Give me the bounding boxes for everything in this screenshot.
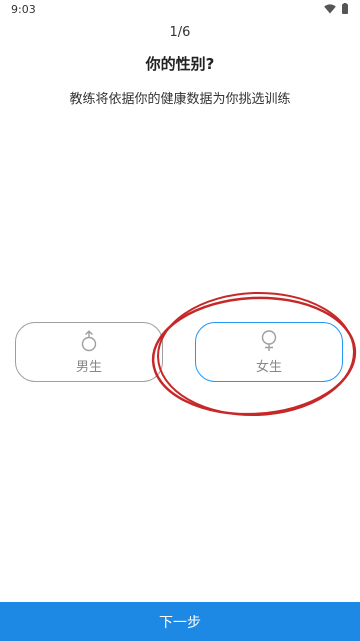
- status-time: 9:03: [11, 3, 36, 16]
- wifi-icon: [324, 3, 336, 13]
- gender-label-male: 男生: [75, 359, 102, 375]
- male-icon: [81, 329, 97, 351]
- gender-option-female[interactable]: 女生: [195, 322, 343, 382]
- next-button[interactable]: 下一步: [0, 602, 360, 641]
- gender-option-male[interactable]: 男生: [15, 322, 163, 382]
- step-counter: 1/6: [169, 25, 191, 40]
- gender-label-female: 女生: [255, 359, 282, 375]
- battery-icon: [342, 3, 348, 14]
- page-title: 你的性别?: [145, 55, 215, 73]
- page-subtitle: 教练将依据你的健康数据为你挑选训练: [69, 92, 291, 107]
- female-icon: [261, 329, 277, 351]
- status-bar: 9:03: [0, 0, 360, 22]
- status-icons: [324, 3, 348, 14]
